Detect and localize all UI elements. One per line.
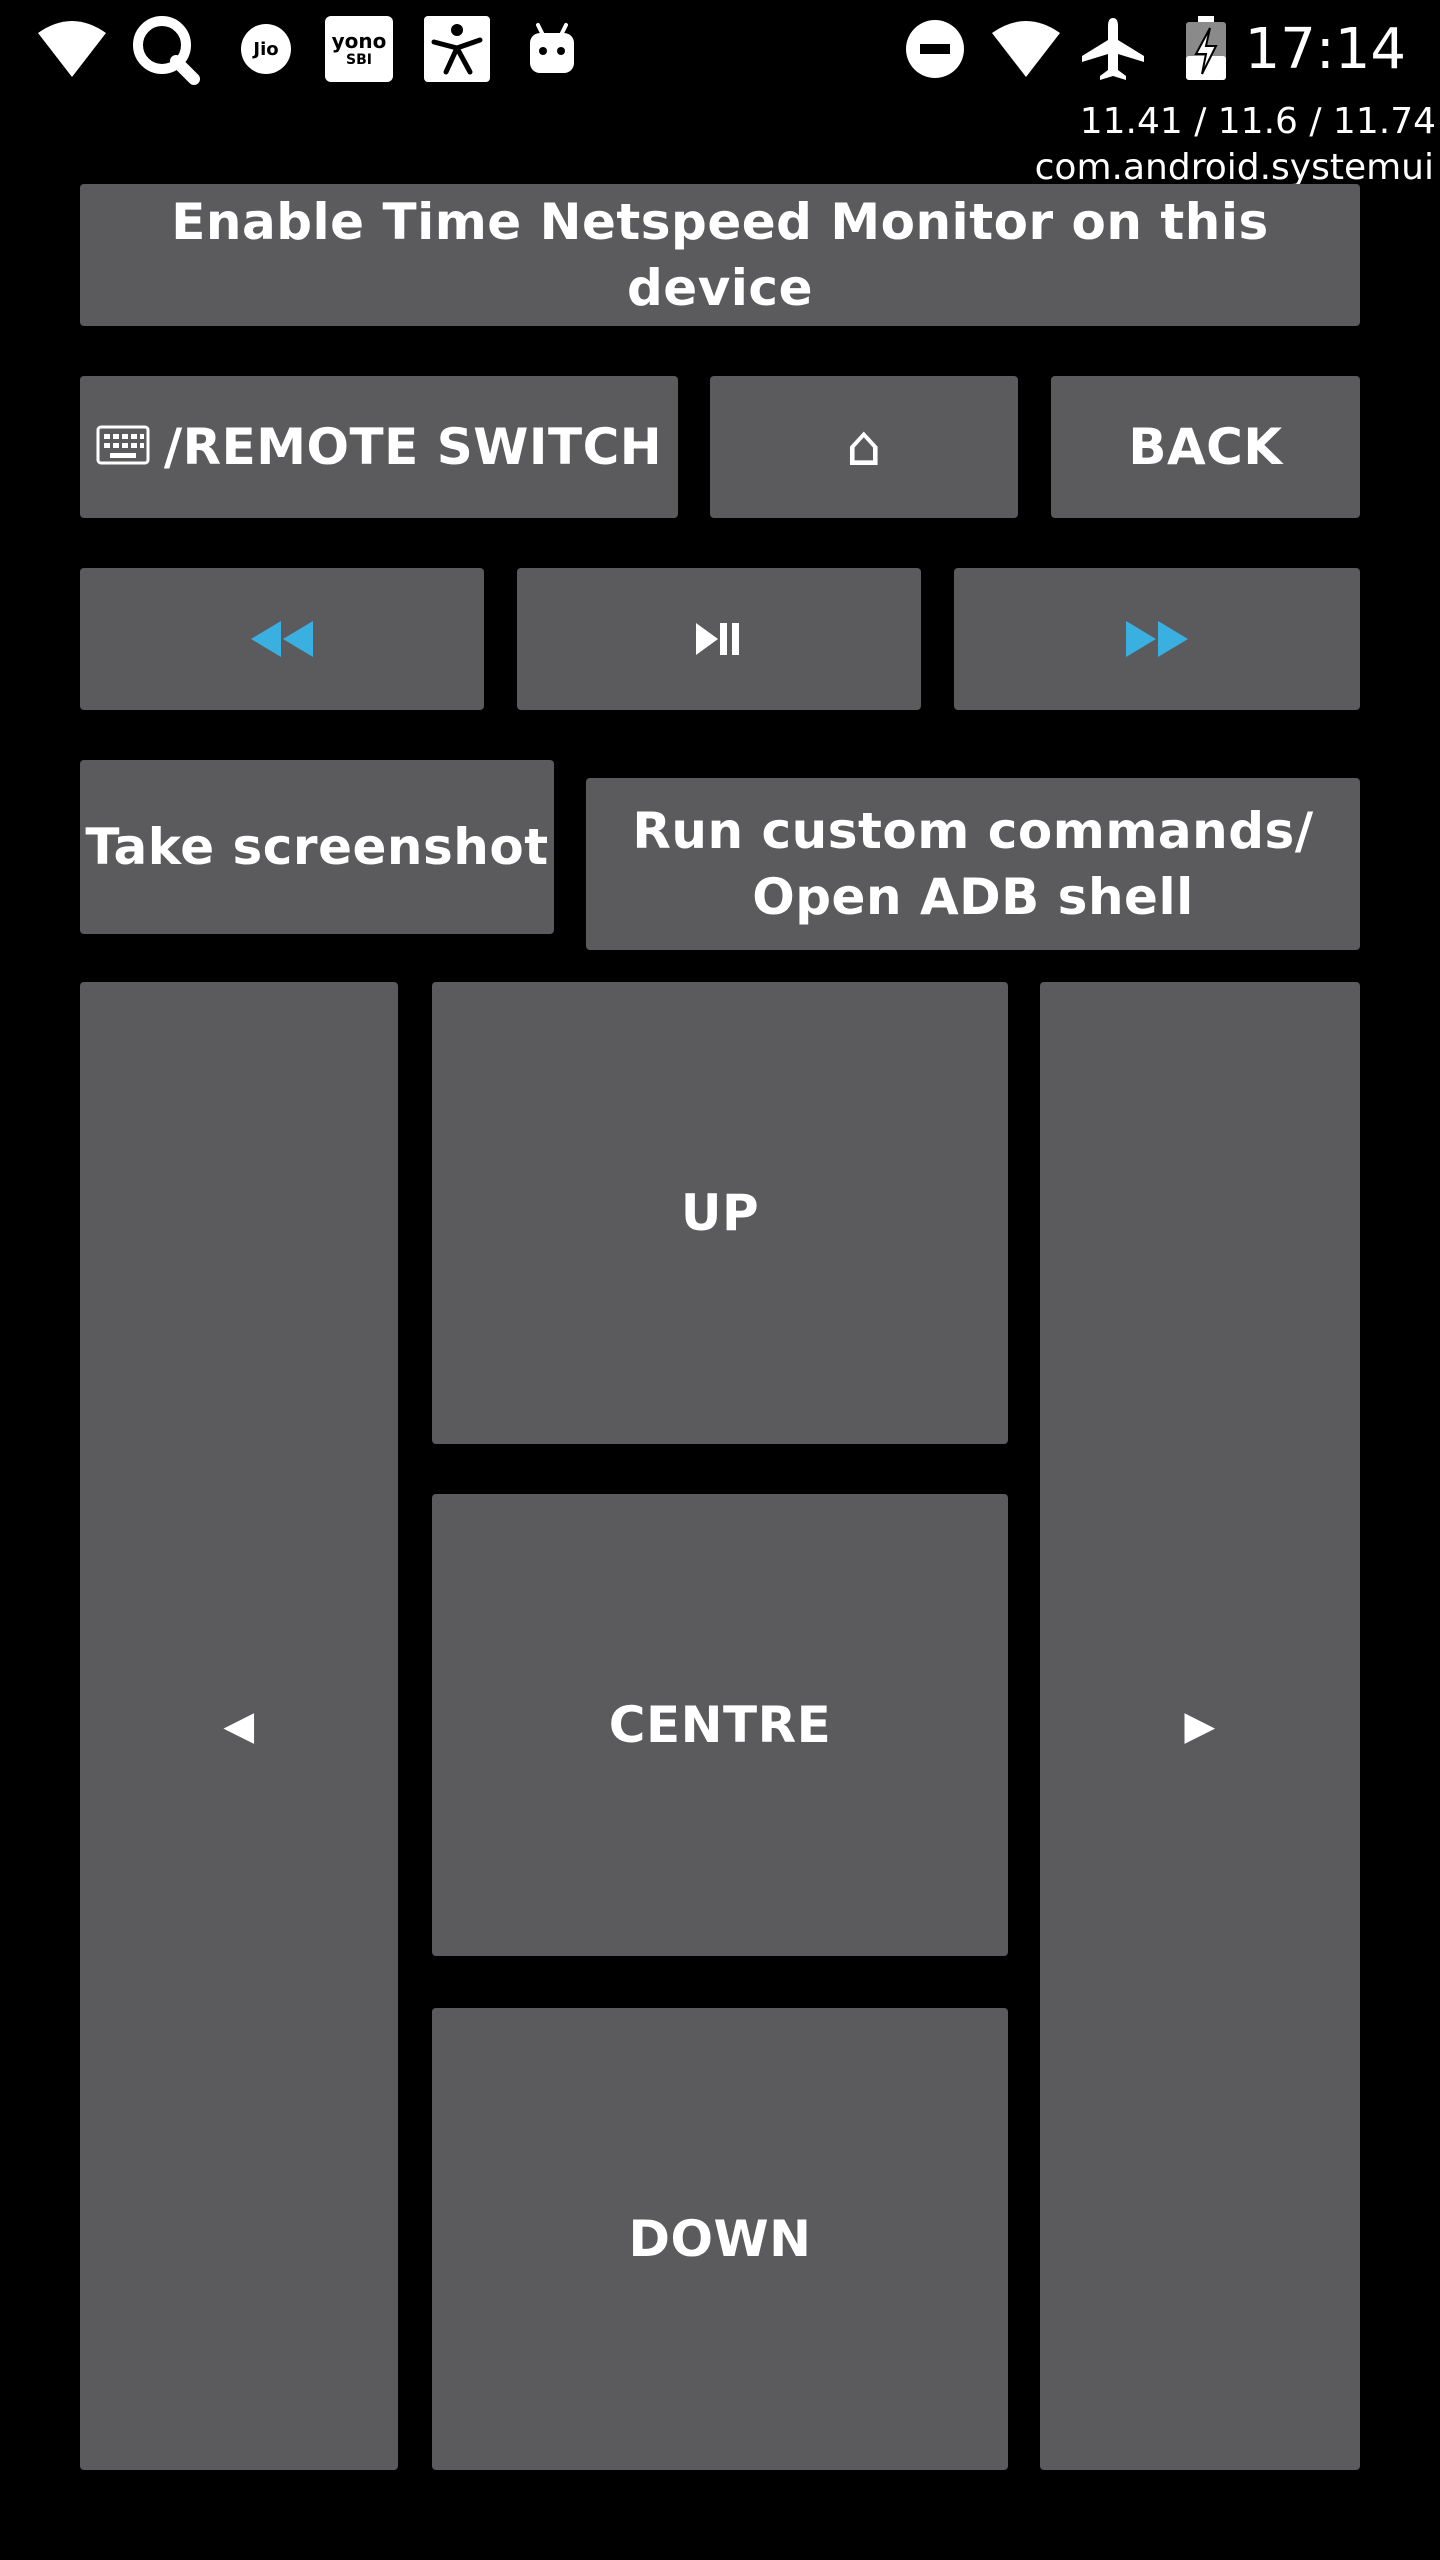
do-not-disturb-icon xyxy=(904,14,966,84)
right-arrow-icon: ▶ xyxy=(1184,1703,1216,1749)
rewind-button[interactable] xyxy=(80,568,484,710)
fitness-app-icon xyxy=(422,14,492,84)
custom-commands-label-line2: Open ADB shell xyxy=(752,868,1194,926)
home-icon: ⌂ xyxy=(845,414,883,479)
dpad-left-button[interactable]: ◀ xyxy=(80,982,398,2470)
back-label: BACK xyxy=(1128,418,1283,476)
enable-monitor-label: Enable Time Netspeed Monitor on this dev… xyxy=(171,193,1269,317)
enable-monitor-button[interactable]: Enable Time Netspeed Monitor on this dev… xyxy=(80,184,1360,326)
airplane-mode-icon xyxy=(1078,14,1148,84)
custom-commands-button[interactable]: Run custom commands/ Open ADB shell xyxy=(586,778,1360,950)
keyboard-icon xyxy=(96,425,150,469)
take-screenshot-button[interactable]: Take screenshot xyxy=(80,760,554,934)
remote-switch-button[interactable]: /REMOTE SWITCH xyxy=(80,376,678,518)
android-icon xyxy=(522,14,582,84)
remote-switch-label: /REMOTE SWITCH xyxy=(163,418,663,476)
up-label: UP xyxy=(680,1184,760,1242)
search-app-icon xyxy=(128,14,204,85)
cpu-load-readout: 11.41 / 11.6 / 11.74 xyxy=(1079,101,1436,142)
fast-forward-button[interactable] xyxy=(954,568,1360,710)
dpad-right-button[interactable]: ▶ xyxy=(1040,982,1360,2470)
yono-sbi-icon: yono SBI xyxy=(324,14,394,84)
wifi-icon xyxy=(34,14,110,84)
centre-label: CENTRE xyxy=(608,1696,832,1754)
status-bar: Jio yono SBI 17:14 xyxy=(0,0,1440,100)
play-pause-icon xyxy=(696,621,742,657)
battery-charging-icon xyxy=(1180,14,1232,84)
custom-commands-label-line1: Run custom commands/ xyxy=(632,802,1314,860)
fast-forward-icon xyxy=(1126,621,1188,657)
take-screenshot-label: Take screenshot xyxy=(85,818,549,876)
home-button[interactable]: ⌂ xyxy=(710,376,1018,518)
screen: Jio yono SBI 17:14 11.41 / 11.6 / 11.74 … xyxy=(0,0,1440,2560)
down-label: DOWN xyxy=(628,2210,812,2268)
clock-time: 17:14 xyxy=(1244,17,1406,82)
dpad-down-button[interactable]: DOWN xyxy=(432,2008,1008,2470)
wifi-signal-icon xyxy=(988,14,1064,84)
play-pause-button[interactable] xyxy=(517,568,921,710)
left-arrow-icon: ◀ xyxy=(223,1703,255,1749)
rewind-icon xyxy=(251,621,313,657)
dpad-up-button[interactable]: UP xyxy=(432,982,1008,1444)
jio-icon: Jio xyxy=(238,14,294,84)
back-button[interactable]: BACK xyxy=(1051,376,1360,518)
dpad-centre-button[interactable]: CENTRE xyxy=(432,1494,1008,1956)
